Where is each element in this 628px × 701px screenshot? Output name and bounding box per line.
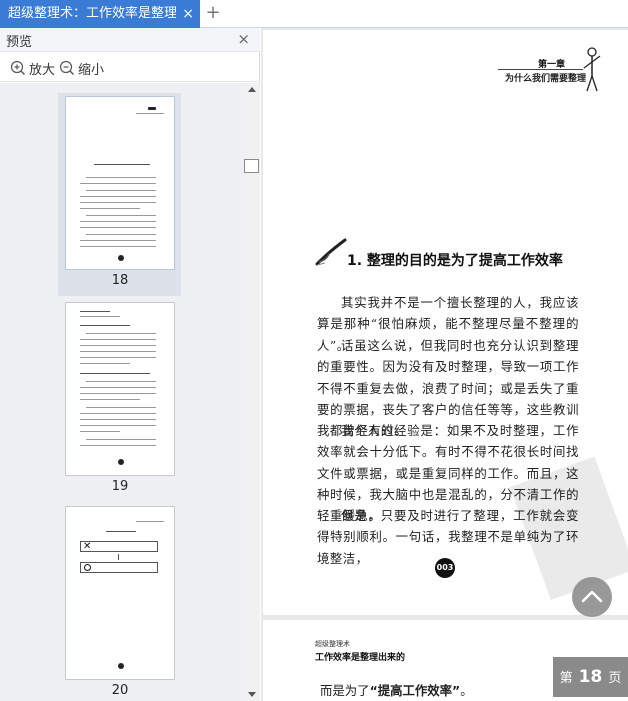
thumbnail-line — [106, 531, 136, 532]
zoom-in-icon — [10, 60, 25, 75]
scroll-up-icon[interactable] — [248, 87, 256, 92]
thumbnail-arrow — [118, 554, 119, 560]
thumbnail-line — [136, 113, 164, 114]
thumbnail-line — [86, 407, 156, 408]
page-thumbnail-18[interactable] — [65, 96, 175, 270]
thumbnail-line — [80, 325, 130, 326]
thumbnail-line — [86, 333, 156, 334]
thumbnail-line — [80, 240, 156, 241]
thumbnail-line — [80, 208, 140, 209]
thumbnail-line — [80, 431, 120, 432]
page-indicator-suffix: 页 — [608, 671, 622, 686]
thumbnail-line — [86, 215, 156, 216]
thumbnail-label-18: 18 — [111, 273, 129, 288]
thumbnail-line — [80, 357, 156, 358]
thumbnail-line — [94, 164, 150, 165]
thumbnail-list: 18 19 ✕ 20 — [0, 83, 244, 701]
next-page-text-before: 而是为了 — [320, 683, 370, 698]
page-thumbnail-19[interactable] — [65, 302, 175, 476]
thumbnail-line — [86, 439, 156, 440]
thumbnail-line — [80, 393, 156, 394]
zoom-in-button[interactable]: 放大 — [10, 58, 55, 78]
new-tab-button[interactable]: + — [204, 2, 222, 24]
thumbnail-cross-icon: ✕ — [83, 541, 92, 552]
next-page-text: 而是为了“提高工作效率”。 — [320, 681, 473, 699]
thumbnail-line — [86, 190, 156, 191]
page-indicator-number: 18 — [578, 667, 603, 687]
thumbnail-line — [80, 345, 156, 346]
thumbnail-line — [80, 246, 156, 247]
next-page-header-small: 超级整理术 — [315, 640, 350, 648]
tab-document[interactable]: 超级整理术：工作效率是整理出来的 × — [0, 0, 200, 28]
scroll-down-icon[interactable] — [248, 692, 256, 697]
thumbnail-page-number — [118, 459, 124, 465]
brush-stroke-icon — [315, 238, 347, 266]
page-indicator-prefix: 第 — [559, 671, 573, 686]
thumbnail-diagram-box — [80, 562, 158, 573]
thumbnail-line — [80, 387, 156, 388]
zoom-out-icon — [59, 60, 74, 75]
zoom-out-label: 缩小 — [78, 62, 105, 78]
thumbnail-line — [80, 196, 156, 197]
thumbnail-line — [86, 234, 156, 235]
section-title: 1. 整理的目的是为了提高工作效率 — [347, 253, 563, 269]
reader-window: 超级整理术：工作效率是整理出来的 × + 预览 × 放大 — [0, 0, 628, 701]
tab-title: 超级整理术：工作效率是整理出来的 — [8, 6, 176, 21]
page-number-badge: 003 — [435, 558, 455, 578]
thumbnail-line — [80, 183, 156, 184]
tab-bar: 超级整理术：工作效率是整理出来的 × + — [0, 0, 628, 28]
thumbnail-line — [80, 413, 156, 414]
chapter-badge: 第一章 — [538, 60, 566, 70]
zoom-controls: 放大 缩小 — [0, 52, 260, 82]
thumbnail-page-number — [118, 255, 124, 261]
thumbnail-label-19: 19 — [111, 479, 129, 494]
thumbnail-line — [86, 381, 156, 382]
sidebar-header: 预览 × — [0, 28, 260, 52]
next-page-text-bold: “提高工作效率” — [369, 683, 461, 698]
thumbnail-line — [80, 351, 156, 352]
thumbnail-line — [80, 373, 150, 374]
thumbnail-page-number — [118, 663, 124, 669]
preview-sidebar: 预览 × 放大 缩小 18 19 ✕ 20 — [0, 28, 260, 701]
thumbnail-line — [80, 311, 110, 312]
document-page: 第一章 为什么我们需要整理 1. 整理的目的是为了提高工作效率 其实我并不是一个… — [263, 30, 628, 615]
sidebar-title: 预览 — [6, 35, 33, 50]
thumbnail-line — [80, 363, 130, 364]
thumbnail-line — [80, 339, 156, 340]
thumbnail-line — [80, 316, 120, 317]
thumbnail-label-20: 20 — [111, 683, 129, 698]
thumbnail-line — [80, 445, 156, 446]
zoom-in-label: 放大 — [29, 62, 56, 78]
chapter-subtitle: 为什么我们需要整理 — [505, 74, 587, 84]
thumbnail-chapter-mark — [148, 107, 156, 110]
back-to-top-button[interactable] — [572, 577, 612, 617]
thumbnail-line — [80, 419, 156, 420]
tab-close-icon[interactable]: × — [182, 0, 194, 28]
scrollbar-thumb[interactable] — [244, 159, 259, 173]
page-indicator[interactable]: 第 18 页 — [553, 657, 628, 697]
stick-figure-icon — [583, 47, 601, 92]
sidebar-scrollbar[interactable] — [244, 83, 260, 701]
chevron-up-icon — [581, 590, 603, 603]
thumbnail-line — [80, 202, 156, 203]
thumbnail-line — [80, 221, 156, 222]
zoom-out-button[interactable]: 缩小 — [59, 58, 104, 78]
thumbnail-line — [136, 521, 164, 522]
next-page-header: 工作效率是整理出来的 — [315, 653, 406, 663]
thumbnail-diagram-box — [80, 541, 158, 552]
thumbnail-line — [86, 177, 156, 178]
next-page-text-after: 。 — [460, 683, 473, 698]
page-thumbnail-20[interactable]: ✕ — [65, 506, 175, 680]
thumbnail-line — [80, 227, 156, 228]
thumbnail-line — [80, 399, 140, 400]
thumbnail-line — [80, 425, 156, 426]
thumbnail-circle-icon — [84, 564, 91, 571]
sidebar-close-icon[interactable]: × — [237, 30, 250, 48]
